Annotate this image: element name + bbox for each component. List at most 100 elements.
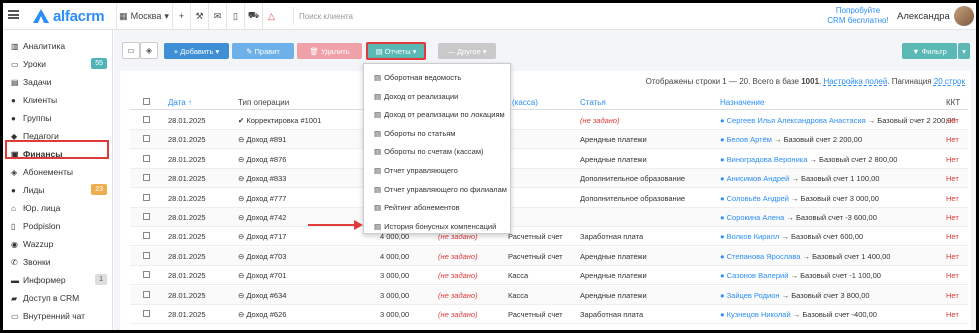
search-input[interactable]: Поиск клиента [293,7,593,25]
client-link[interactable]: Соловьёв Андрей [727,194,789,203]
row-checkbox[interactable] [143,116,150,123]
filter-dropdown-icon[interactable]: ▾ [958,43,970,59]
reports-menu-item[interactable]: ▤ Доход от реализации по локациям [364,105,510,124]
sidebar-item-subscriptions[interactable]: ◈ Абонементы [3,163,113,181]
sidebar-item-clients[interactable]: ● Клиенты [3,91,113,109]
reports-menu-item[interactable]: ▤ Оборотная ведомость [364,68,510,87]
mobile-icon[interactable]: ▯ [226,3,244,29]
col-account[interactable]: (касса) [512,98,538,107]
row-type: ⊖ Доход #717 [238,232,287,242]
logo[interactable]: alfacrm [33,7,105,25]
pagination-select[interactable]: 20 строк [934,77,965,86]
filter-button[interactable]: ▼ Фильтр [902,43,957,59]
row-type: ⊖ Доход #876 [238,154,287,164]
reports-menu-item-label: Оборотная ведомость [384,73,462,82]
sidebar-item-legal[interactable]: ⌂ Юр. лица [3,199,113,217]
row-target: → Базовый счет 2 800,00 [809,154,898,164]
add-button[interactable]: + Добавить ▾ [164,43,229,59]
building-icon: ▦ [119,10,128,21]
client-link[interactable]: Зайцев Родион [727,291,780,300]
tag-filter-icon[interactable]: ◈ [140,42,158,59]
row-checkbox[interactable] [143,154,150,162]
reports-menu-item[interactable]: ▤ Отчет управляющего по филиалам [364,180,510,199]
table-row[interactable]: 28.01.2025 ⊖ Доход #703 4 000,00 (не задано… [130,246,968,266]
col-date[interactable]: Дата ↑ [168,98,192,107]
sidebar-item-crm-access[interactable]: ▰ Доступ в CRM [3,289,113,307]
bell-icon[interactable]: △ [262,3,280,29]
table-row[interactable]: 28.01.2025 ✔ Корректировка #1001 (не задан… [130,111,968,130]
row-checkbox[interactable] [143,193,150,201]
client-link[interactable]: Сазонов Валерий [727,271,789,280]
sidebar-item-lessons[interactable]: ▭ Уроки 55 [3,55,113,73]
row-checkbox[interactable] [143,310,150,317]
edit-button[interactable]: ✎ Правит [232,43,294,59]
sidebar-item-podpislon[interactable]: ▯ Podpislon [3,217,113,235]
sidebar-item-tasks[interactable]: ▤ Задачи [3,73,113,91]
view-toggle-icon[interactable]: ▭ [122,42,140,59]
table-row[interactable]: 28.01.2025 ⊖ Доход #701 3 000,00 (не задано… [130,266,968,286]
row-kkt: Нет [946,310,959,319]
table-row[interactable]: 28.01.2025 ⊖ Доход #742 ● Сорокина Алена →… [130,208,968,227]
cart-icon[interactable]: ⛟ [244,3,262,29]
sidebar-item-wazzup[interactable]: ◉ Wazzup [3,235,113,253]
reports-menu-item[interactable]: ▤ Отчет управляющего [364,161,510,180]
row-checkbox[interactable] [143,271,150,279]
row-checkbox[interactable] [143,135,150,143]
sidebar-item-label: Podpislon [23,221,61,231]
field-settings-link[interactable]: Настройка полей [823,77,887,86]
sidebar-item-informer[interactable]: ▬ Информер 1 [3,271,113,289]
row-date: 28.01.2025 [168,232,206,242]
delete-button[interactable]: 🗑 Удалить [297,43,362,59]
user-menu[interactable]: Александра ⋮ [897,3,976,29]
table-row[interactable]: 28.01.2025 ⊖ Доход #833 Дополнительное обр… [130,169,968,189]
col-kkt[interactable]: ККТ [946,98,960,107]
client-link[interactable]: Волков Кирилл [727,232,780,241]
client-link[interactable]: Кузнецов Николай [727,310,791,319]
client-link[interactable]: Степанова Ярослава [727,252,801,261]
reports-menu-item[interactable]: ▤ Доход от реализации [364,87,510,106]
plus-icon[interactable]: + [172,3,190,29]
sidebar-item-groups[interactable]: ● Группы [3,109,113,127]
city-selector[interactable]: ▦ Москва ▾ [116,3,171,29]
wrench-icon[interactable]: ⚒ [190,3,208,29]
reports-menu-item[interactable]: ▤ Обороты по статьям [364,124,510,143]
menu-icon[interactable] [8,10,19,19]
col-article[interactable]: Статья [580,98,606,107]
row-unset: (не задано) [438,251,478,261]
reports-menu-item[interactable]: ▤ История бонусных компенсаций [364,217,510,236]
row-checkbox[interactable] [143,251,150,259]
client-link[interactable]: Белов Артём [727,135,772,144]
select-all-checkbox[interactable] [143,98,150,105]
table-row[interactable]: 28.01.2025 ⊖ Доход #626 3 000,00 (не задано… [130,305,968,324]
row-checkbox[interactable] [143,290,150,298]
sidebar-item-internal-chat[interactable]: ▭ Внутренний чат [3,307,113,325]
client-link[interactable]: Анисимов Андрей [727,174,790,183]
table-row[interactable]: 28.01.2025 ⊖ Доход #717 4 000,00 (не задано… [130,227,968,247]
client-link[interactable]: Сергеев Илья Александрова Анастасия [727,116,866,125]
sidebar-item-leads[interactable]: ● Лиды 23 [3,181,113,199]
sidebar-item-calls[interactable]: ✆ Звонки [3,253,113,271]
reports-menu-item[interactable]: ▤ Рейтинг абонементов [364,198,510,217]
main-content: ▭ ◈ + Добавить ▾ ✎ Правит 🗑 Удалить ▤ От… [114,30,976,330]
client-link[interactable]: Сорокина Алена [727,213,785,222]
promo-link[interactable]: Попробуйте CRM бесплатно! [823,6,893,26]
table-row[interactable]: 28.01.2025 ⊖ Доход #634 3 000,00 (не задано… [130,285,968,305]
document-icon: ▯ [11,221,16,231]
table-row[interactable]: 28.01.2025 ⊖ Доход #876 Арендные платежи ● … [130,150,968,169]
other-button[interactable]: — Другое ▾ [438,43,496,59]
row-checkbox[interactable] [143,232,150,240]
table-row[interactable]: 28.01.2025 ⊖ Доход #777 Дополнительное обр… [130,189,968,208]
client-link[interactable]: Виноградова Вероника [727,155,808,164]
reports-menu-item[interactable]: ▤ Обороты по счетам (кассам) [364,142,510,161]
mail-icon[interactable]: ✉ [208,3,226,29]
reports-button[interactable]: ▤ Отчеты ▾ [366,42,426,60]
rows-shown-text: Отображены строки 1 — 20. Всего в базе [645,77,799,86]
col-type[interactable]: Тип операции [238,98,289,107]
logo-text: alfacrm [53,7,105,25]
report-document-icon: ▤ [374,184,382,194]
sidebar-item-analytics[interactable]: ▥ Аналитика [3,37,113,55]
col-purpose[interactable]: Назначение [720,98,764,107]
row-checkbox[interactable] [143,213,150,220]
table-row[interactable]: 28.01.2025 ⊖ Доход #891 Арендные платежи ● … [130,130,968,150]
row-checkbox[interactable] [143,174,150,182]
